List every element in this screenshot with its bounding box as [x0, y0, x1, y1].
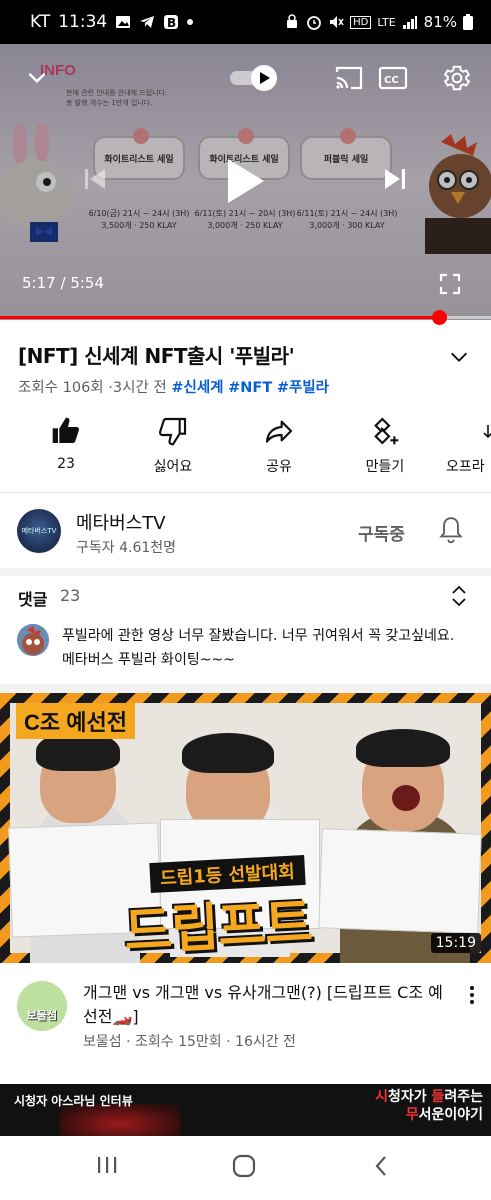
subscribed-button[interactable]: 구독중: [358, 520, 405, 545]
notification-dot-icon: [187, 19, 194, 25]
video-meta[interactable]: 조회수 106회 ·3시간 전 #신세계 #NFT #푸빌라: [18, 376, 329, 397]
recent-apps-icon: [98, 1157, 117, 1173]
carrier: KT: [30, 12, 51, 32]
next-button[interactable]: [380, 164, 410, 194]
recommended-channel-avatar[interactable]: 보물섬: [17, 981, 67, 1031]
captions-icon: CC: [378, 66, 408, 90]
signal-icon: [402, 16, 417, 29]
progress-bar[interactable]: [0, 310, 491, 325]
thumbs-up-filled-icon: [52, 417, 79, 443]
hashtag[interactable]: #NFT: [228, 380, 272, 396]
channel-name[interactable]: 메타버스TV: [76, 509, 166, 535]
gallery-icon: [116, 16, 131, 28]
recent-apps-button[interactable]: [96, 1154, 118, 1180]
playback-time: 5:17 / 5:54: [22, 274, 104, 292]
recommended-video-thumbnail[interactable]: C조 예선전 드립1등 선발대회 드립프트 15:19: [0, 693, 491, 963]
mute-icon: [330, 16, 344, 28]
video-player[interactable]: INFO 판매 관련 안내를 안내해 드립니다. 총 발행 개수는 1만개 입니…: [0, 44, 491, 320]
share-icon: [265, 420, 293, 443]
battery-icon: [463, 14, 473, 30]
like-button[interactable]: 23: [21, 414, 111, 472]
autoplay-toggle-icon: [230, 65, 277, 91]
previous-button[interactable]: [80, 164, 110, 194]
section-separator: [0, 684, 491, 693]
thumbnail-group-label: C조 예선전: [16, 703, 135, 739]
home-icon: [232, 1154, 256, 1178]
next-video-thumbnail[interactable]: 시청자 아스라님 인터뷰 시청자가 들려주는 무서운이야기: [0, 1084, 491, 1136]
progress-scrubber[interactable]: [432, 310, 448, 325]
system-navigation-bar: [0, 1136, 491, 1200]
clock: 11:34: [58, 12, 108, 32]
skip-next-icon: [385, 169, 405, 189]
captions-button[interactable]: CC: [378, 64, 408, 92]
cast-button[interactable]: [334, 64, 364, 92]
unfold-icon: [452, 585, 466, 607]
thumbs-down-icon: [158, 417, 187, 446]
hd-voice-icon: HD: [350, 15, 372, 29]
back-button[interactable]: [372, 1154, 390, 1182]
network-type: LTE: [377, 15, 396, 29]
hashtag[interactable]: #푸빌라: [277, 380, 329, 396]
do-not-disturb-icon: [287, 14, 298, 28]
commenter-avatar: [17, 624, 49, 656]
more-options-button[interactable]: [468, 984, 476, 1010]
remix-icon: [374, 417, 399, 445]
chevron-down-icon: [451, 352, 467, 362]
chevron-down-icon: [28, 72, 46, 84]
action-bar: 23 싫어요 공유 만들기 오프라: [0, 414, 491, 480]
expand-description-button[interactable]: [448, 346, 470, 372]
alarm-icon: [307, 16, 322, 30]
notification-bell-button[interactable]: [438, 515, 464, 549]
upload-age: 3시간 전: [112, 380, 167, 396]
share-button[interactable]: 공유: [234, 414, 324, 476]
autoplay-toggle[interactable]: [228, 64, 280, 92]
view-count: 조회수 106회: [18, 380, 104, 396]
divider: [0, 492, 491, 493]
top-comment: 푸빌라에 관한 영상 너무 잘봤습니다. 너무 귀여워서 꼭 갖고싶네요. 메타…: [62, 628, 455, 668]
thumbnail-event-title: 드립프트: [122, 894, 314, 962]
recommended-video-title[interactable]: 개그맨 vs 개그맨 vs 유사개그맨(?) [드립프트 C조 예선전🏎️]: [83, 981, 443, 1029]
telegram-icon: [140, 16, 155, 28]
commenter-avatar-image: [17, 624, 49, 656]
settings-button[interactable]: [442, 63, 472, 93]
home-button[interactable]: [232, 1154, 256, 1182]
create-button[interactable]: 만들기: [340, 414, 430, 476]
svg-text:CC: CC: [384, 75, 399, 86]
status-bar: KT 11:34 B HD LTE 81%: [0, 0, 491, 44]
play-icon: [228, 159, 264, 203]
video-duration-badge: 15:19: [430, 933, 481, 953]
recommended-video-meta: 보물섬 · 조회수 15만회 · 16시간 전: [83, 1034, 296, 1050]
gear-icon: [443, 65, 471, 91]
offline-button[interactable]: 오프라: [430, 414, 491, 476]
svg-text:B: B: [167, 16, 176, 30]
subscriber-count: 구독자 4.61천명: [76, 540, 177, 556]
channel-avatar[interactable]: 메타버스TV: [17, 509, 61, 553]
cast-icon: [335, 66, 363, 90]
minimize-button[interactable]: [24, 64, 50, 90]
section-separator: [0, 568, 491, 576]
fullscreen-button[interactable]: [438, 272, 462, 296]
comments-count: 23: [60, 586, 81, 605]
next-video-caption: 시청자 아스라님 인터뷰: [14, 1094, 133, 1108]
back-chevron-icon: [375, 1156, 386, 1176]
play-button[interactable]: [222, 156, 268, 206]
comments-title: 댓글: [18, 590, 48, 609]
expand-comments-button[interactable]: [450, 584, 468, 612]
battery-percent: 81%: [423, 13, 457, 31]
fullscreen-icon: [439, 273, 461, 295]
hashtag[interactable]: #신세계: [171, 380, 223, 396]
skip-previous-icon: [85, 169, 105, 189]
next-video-headline: 시청자가 들려주는 무서운이야기: [375, 1089, 483, 1123]
video-title[interactable]: [NFT] 신세계 NFT출시 '푸빌라': [18, 340, 295, 369]
dislike-button[interactable]: 싫어요: [128, 414, 218, 476]
download-icon: [483, 425, 491, 439]
more-vertical-icon: [470, 986, 474, 1004]
bell-icon: [439, 517, 463, 544]
progress-bar-fill: [0, 316, 440, 319]
bold-b-icon: B: [164, 15, 179, 30]
